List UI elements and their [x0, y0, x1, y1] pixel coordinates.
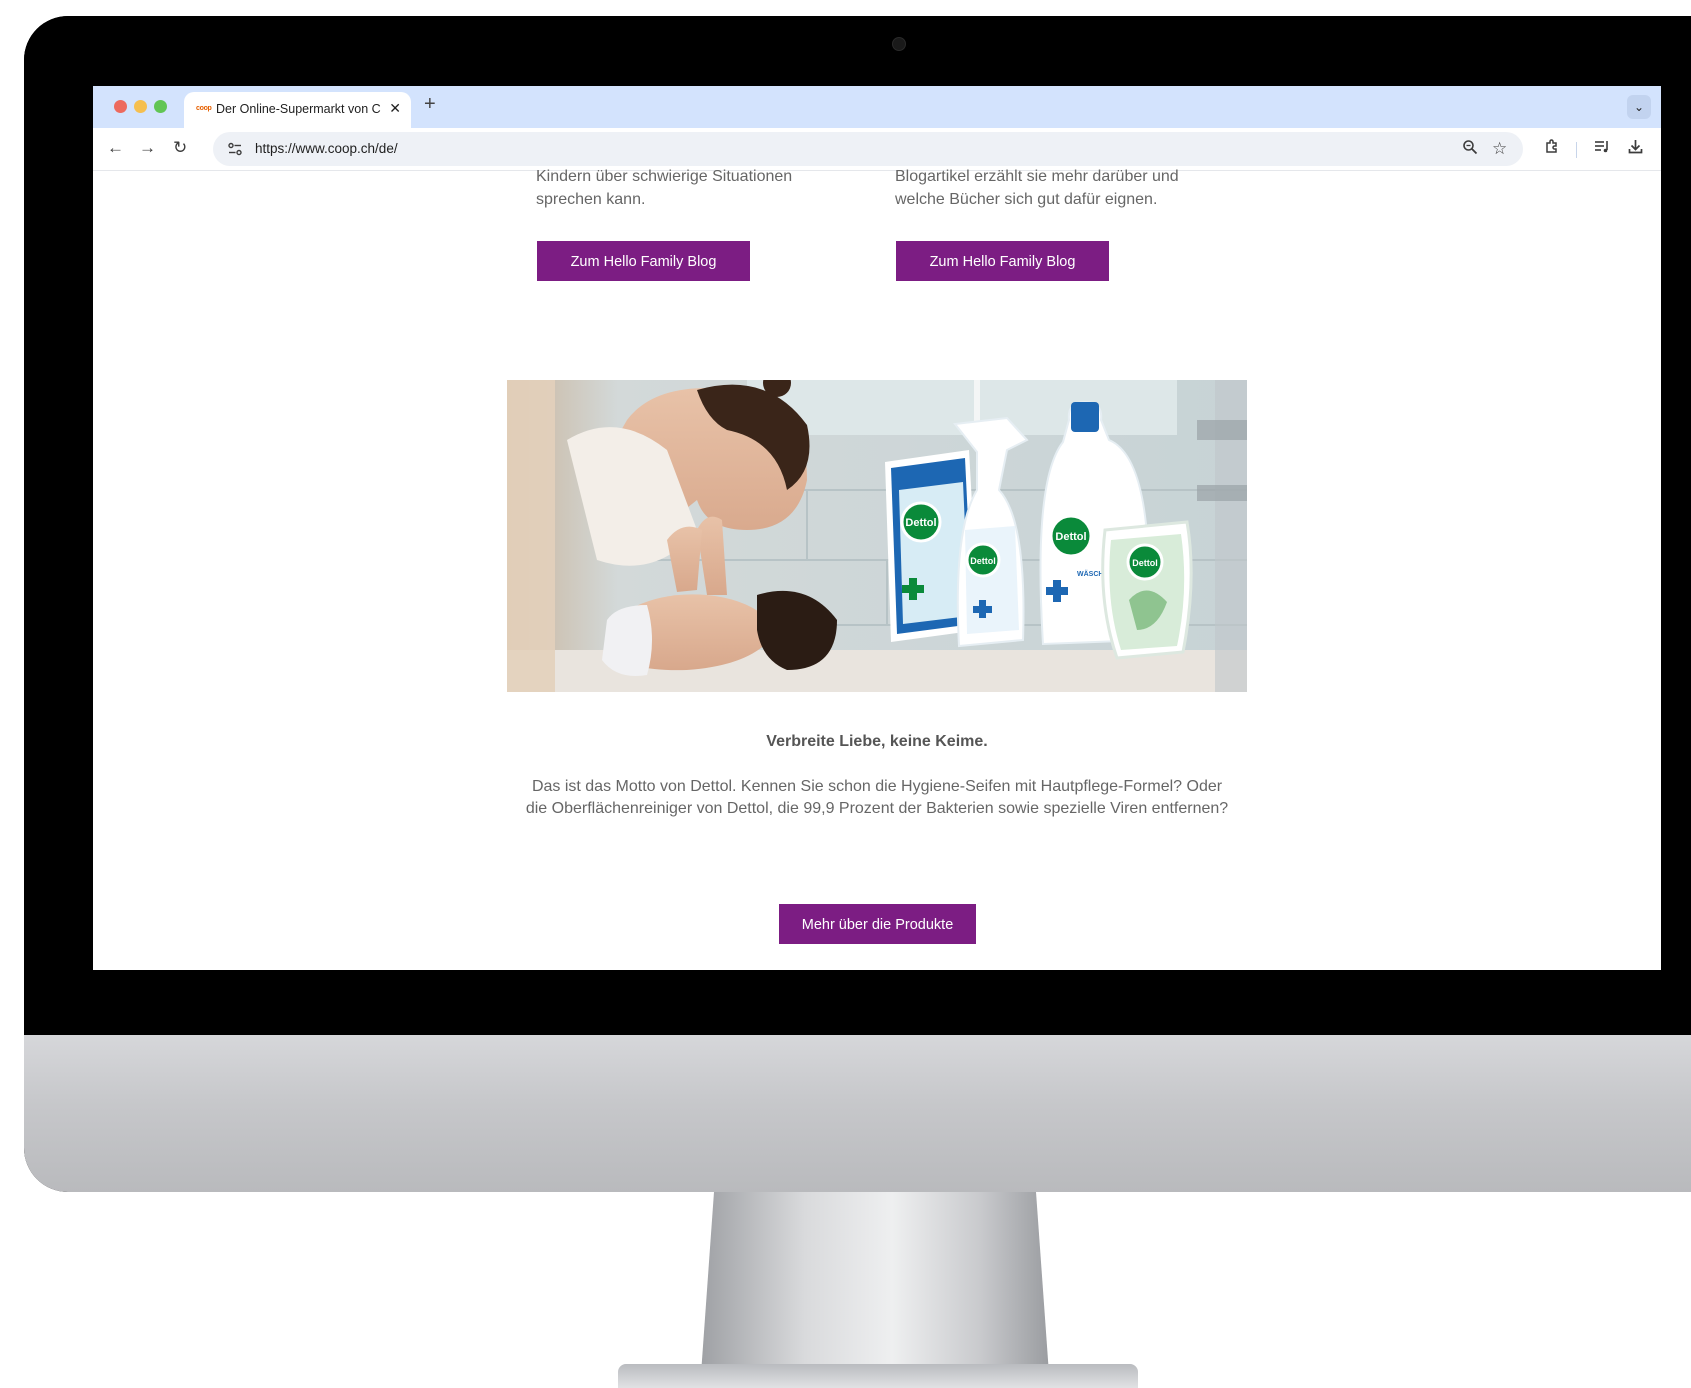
- tab-coop[interactable]: coop Der Online-Supermarkt von Coop ✕: [184, 92, 411, 128]
- url-text[interactable]: https://www.coop.ch/de/: [255, 141, 398, 156]
- tab-search-button[interactable]: ⌄: [1627, 95, 1651, 119]
- new-tab-button[interactable]: +: [424, 93, 436, 116]
- hello-family-blog-button-right[interactable]: Zum Hello Family Blog: [896, 241, 1109, 281]
- maximize-window-button[interactable]: [154, 100, 167, 113]
- reload-icon[interactable]: ↻: [173, 138, 187, 158]
- coop-favicon-icon: coop: [196, 105, 212, 112]
- dettol-brand-text: Dettol: [905, 517, 936, 529]
- minimize-window-button[interactable]: [134, 100, 147, 113]
- extensions-icon[interactable]: [1544, 138, 1561, 160]
- tab-close-icon[interactable]: ✕: [389, 100, 401, 117]
- family-blog-text-right: Blogartikel erzählt sie mehr darüber und…: [895, 168, 1179, 208]
- svg-text:Dettol: Dettol: [970, 556, 996, 566]
- back-arrow-icon[interactable]: ←: [107, 138, 124, 158]
- monitor-chin: [24, 1035, 1691, 1192]
- page-content: Kindern über schwierige Situationen spre…: [93, 168, 1661, 970]
- tab-strip: coop Der Online-Supermarkt von Coop ✕ + …: [93, 86, 1661, 128]
- browser-toolbar: ← → ↻ https://www.coop.ch/de/ ☆: [93, 128, 1661, 171]
- svg-text:Dettol: Dettol: [1055, 531, 1086, 543]
- svg-text:Dettol: Dettol: [1132, 558, 1158, 568]
- webcam-icon: [892, 37, 906, 51]
- family-blog-text-left: Kindern über schwierige Situationen spre…: [536, 168, 793, 208]
- monitor-stand-foot: [618, 1364, 1138, 1388]
- monitor-stand: [700, 1192, 1050, 1388]
- media-queue-icon[interactable]: [1593, 138, 1610, 160]
- more-about-products-button[interactable]: Mehr über die Produkte: [779, 904, 976, 944]
- site-settings-icon[interactable]: [227, 141, 243, 157]
- forward-arrow-icon[interactable]: →: [139, 138, 156, 158]
- download-icon[interactable]: [1627, 138, 1644, 160]
- zoom-icon[interactable]: [1462, 139, 1478, 160]
- dettol-hero-image: Dettol Dettol Dettol WÄSCHE-HYGIENE: [507, 380, 1247, 692]
- toolbar-separator: [1576, 142, 1577, 158]
- hello-family-blog-button-left[interactable]: Zum Hello Family Blog: [537, 241, 750, 281]
- browser-window: coop Der Online-Supermarkt von Coop ✕ + …: [93, 86, 1661, 970]
- tab-title: Der Online-Supermarkt von Coop: [216, 102, 381, 116]
- bookmark-star-icon[interactable]: ☆: [1492, 139, 1507, 159]
- section-headline: Verbreite Liebe, keine Keime.: [766, 733, 988, 750]
- close-window-button[interactable]: [114, 100, 127, 113]
- section-paragraph: Das ist das Motto von Dettol. Kennen Sie…: [525, 778, 1229, 817]
- address-bar[interactable]: https://www.coop.ch/de/ ☆: [213, 132, 1523, 166]
